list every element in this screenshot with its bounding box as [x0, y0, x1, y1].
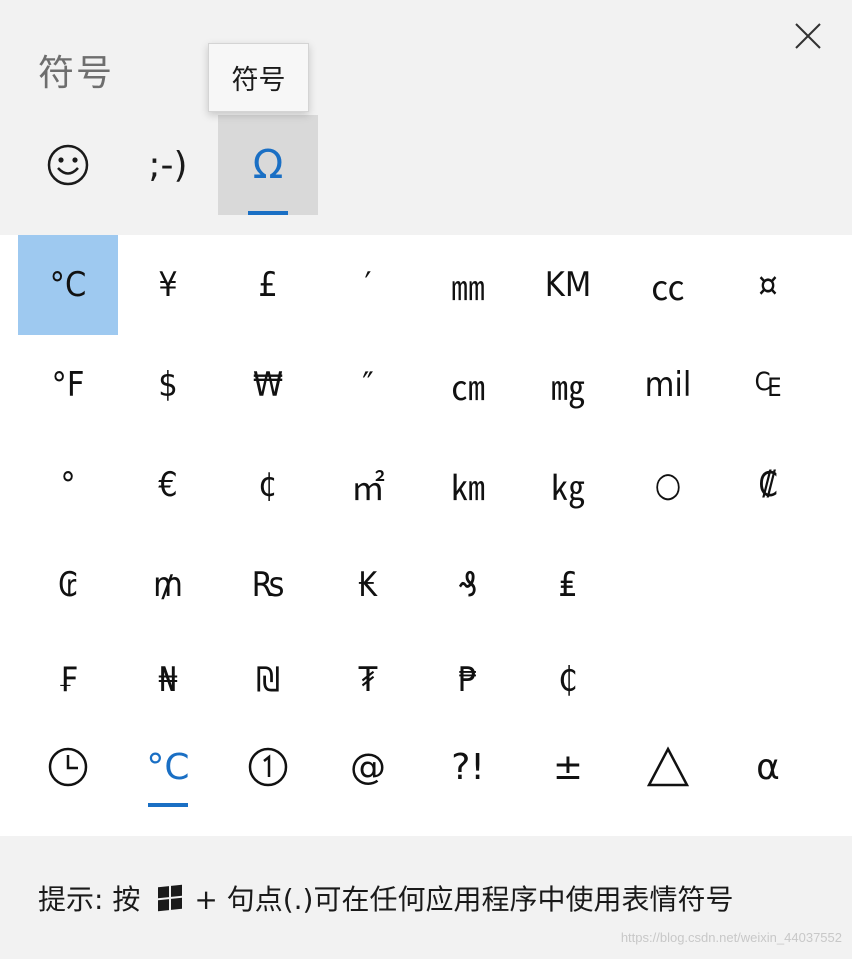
alpha-icon: α [756, 746, 780, 788]
celsius-icon: °C [146, 746, 190, 788]
active-category-indicator [148, 803, 188, 807]
symbol-cell-empty [718, 535, 818, 635]
close-icon [795, 23, 821, 49]
kaomoji-icon: ;-) [148, 144, 188, 186]
symbol-cell[interactable]: ₤ [518, 535, 618, 635]
symbol-cell[interactable]: ₭ [318, 535, 418, 635]
symbol-cell[interactable]: ₰ [418, 535, 518, 635]
at-icon: @ [350, 746, 386, 788]
symbol-cell[interactable]: ₱ [418, 635, 518, 725]
windows-logo-icon [158, 884, 183, 912]
triangle-icon [646, 746, 690, 787]
symbol-cell[interactable]: ₦ [118, 635, 218, 725]
symbol-cell[interactable]: mil [618, 335, 718, 435]
symbol-cell[interactable]: ₣ [18, 635, 118, 725]
category-interrobang[interactable]: ?! [418, 725, 518, 809]
symbol-cell[interactable]: ㎞ [418, 435, 518, 535]
symbol-cell[interactable]: ₥ [118, 535, 218, 635]
symbol-cell[interactable]: $ [118, 335, 218, 435]
symbol-cell[interactable]: ₠ [718, 335, 818, 435]
interrobang-icon: ?! [451, 746, 485, 788]
smiley-icon [47, 144, 89, 186]
hint-prefix: 提示: 按 [38, 883, 141, 916]
symbol-cell[interactable]: ₡ [718, 435, 818, 535]
symbol-cell[interactable]: ₢ [18, 535, 118, 635]
plus-minus-icon: ± [552, 746, 584, 788]
category-enclosed[interactable] [218, 725, 318, 809]
symbol-cell[interactable]: ′ [318, 235, 418, 335]
symbol-cell-empty [618, 535, 718, 635]
symbol-cell[interactable]: °C [18, 235, 118, 335]
symbol-cell[interactable]: ㎏ [518, 435, 618, 535]
category-recent[interactable] [18, 725, 118, 809]
symbol-cell[interactable]: ㎜ [418, 235, 518, 335]
symbol-cell[interactable]: ¤ [718, 235, 818, 335]
symbol-cell[interactable]: ○ [618, 435, 718, 535]
symbol-cell[interactable]: KM [518, 235, 618, 335]
omega-icon: Ω [252, 142, 284, 188]
symbol-cell[interactable]: € [118, 435, 218, 535]
symbol-cell[interactable]: ₮ [318, 635, 418, 725]
symbol-grid: °C ¥ £ ′ ㎜ KM ㏄ ¤ °F $ ₩ ″ ㎝ ㎎ mil ₠ ° €… [18, 235, 818, 735]
tab-emoji[interactable] [18, 115, 118, 215]
symbol-cell[interactable]: ₵ [518, 635, 618, 725]
symbol-cell[interactable]: ¥ [118, 235, 218, 335]
active-tab-indicator [248, 211, 288, 215]
symbol-cell[interactable]: £ [218, 235, 318, 335]
symbol-cell[interactable]: ₨ [218, 535, 318, 635]
category-greek[interactable]: α [718, 725, 818, 809]
hint-suffix: + 句点(.)可在任何应用程序中使用表情符号 [194, 883, 734, 916]
symbol-area: °C ¥ £ ′ ㎜ KM ㏄ ¤ °F $ ₩ ″ ㎝ ㎎ mil ₠ ° €… [0, 235, 852, 836]
circled-one-icon [248, 747, 288, 787]
close-button[interactable] [790, 18, 826, 54]
tab-kaomoji[interactable]: ;-) [118, 115, 218, 215]
category-math[interactable]: ± [518, 725, 618, 809]
tab-symbols[interactable]: Ω [218, 115, 318, 215]
category-currency-units[interactable]: °C [118, 725, 218, 809]
symbol-cell[interactable]: ㏄ [618, 235, 718, 335]
clock-icon [48, 747, 88, 787]
symbol-cell[interactable]: ㎎ [518, 335, 618, 435]
category-punctuation[interactable]: @ [318, 725, 418, 809]
category-tabs: ;-) Ω [18, 115, 318, 215]
symbol-cell[interactable]: ° [18, 435, 118, 535]
symbol-cell[interactable]: ₪ [218, 635, 318, 725]
category-geometric[interactable] [618, 725, 718, 809]
symbol-cell[interactable]: ₩ [218, 335, 318, 435]
symbol-cell[interactable]: ¢ [218, 435, 318, 535]
hint-text: 提示: 按 + 句点(.)可在任何应用程序中使用表情符号 [38, 878, 733, 918]
symbol-cell[interactable]: ″ [318, 335, 418, 435]
symbol-cell[interactable]: ㎡ [318, 435, 418, 535]
panel-title: 符号 [38, 53, 115, 94]
symbol-category-bar: °C @ ?! ± α [18, 725, 818, 809]
tooltip: 符号 [208, 43, 309, 112]
symbol-cell[interactable]: ㎝ [418, 335, 518, 435]
symbol-cell[interactable]: °F [18, 335, 118, 435]
watermark: https://blog.csdn.net/weixin_44037552 [620, 930, 842, 945]
